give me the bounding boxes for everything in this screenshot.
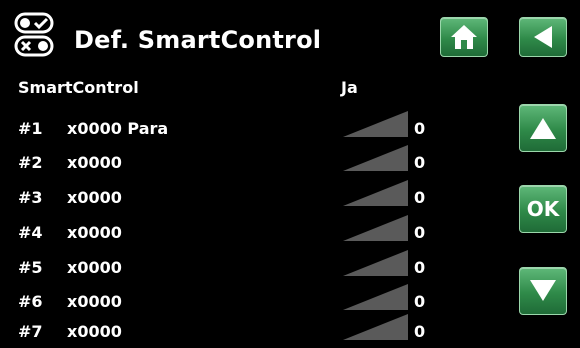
row-value: 0 — [414, 188, 426, 207]
level-ramp-icon — [343, 250, 408, 276]
list-item[interactable]: #5 x0000 0 — [0, 250, 500, 284]
down-arrow-icon — [530, 280, 556, 301]
level-ramp-icon — [343, 145, 408, 171]
scroll-up-button[interactable] — [519, 104, 567, 152]
level-ramp-icon — [343, 215, 408, 241]
row-code: x0000 — [67, 322, 122, 341]
row-value: 0 — [414, 153, 426, 172]
row-number: #5 — [18, 258, 43, 277]
level-ramp-icon — [343, 180, 408, 206]
row-code: x0000 — [67, 292, 122, 311]
row-code: x0000 — [67, 188, 122, 207]
row-code: x0000 Para — [67, 119, 169, 138]
back-arrow-icon — [534, 26, 552, 48]
back-button[interactable] — [519, 17, 567, 57]
ok-button[interactable]: OK — [519, 185, 567, 233]
ok-button-label: OK — [526, 197, 560, 221]
list-item[interactable]: #7 x0000 0 — [0, 314, 500, 348]
level-ramp-icon — [343, 111, 408, 137]
row-value: 0 — [414, 322, 426, 341]
home-icon — [451, 25, 477, 49]
list-item[interactable]: #1 x0000 Para 0 — [0, 111, 500, 145]
row-number: #4 — [18, 223, 43, 242]
row-number: #3 — [18, 188, 43, 207]
list-item[interactable]: #3 x0000 0 — [0, 180, 500, 214]
scroll-down-button[interactable] — [519, 267, 567, 315]
list-item[interactable]: #2 x0000 0 — [0, 145, 500, 179]
row-number: #7 — [18, 322, 43, 341]
row-value: 0 — [414, 258, 426, 277]
up-arrow-icon — [530, 118, 556, 139]
row-number: #2 — [18, 153, 43, 172]
list-item[interactable]: #4 x0000 0 — [0, 215, 500, 249]
list-item[interactable]: #6 x0000 0 — [0, 284, 500, 318]
smartcontrol-toggle-icon — [14, 12, 54, 57]
row-code: x0000 — [67, 258, 122, 277]
page-title: Def. SmartControl — [74, 26, 322, 54]
level-ramp-icon — [343, 284, 408, 310]
row-number: #1 — [18, 119, 43, 138]
home-button[interactable] — [440, 17, 488, 57]
row-code: x0000 — [67, 153, 122, 172]
row-value: 0 — [414, 119, 426, 138]
row-code: x0000 — [67, 223, 122, 242]
row-value: 0 — [414, 223, 426, 242]
row-value: 0 — [414, 292, 426, 311]
row-number: #6 — [18, 292, 43, 311]
level-ramp-icon — [343, 314, 408, 340]
column-header-name: SmartControl — [18, 78, 139, 97]
column-header-value: Ja — [341, 78, 358, 97]
